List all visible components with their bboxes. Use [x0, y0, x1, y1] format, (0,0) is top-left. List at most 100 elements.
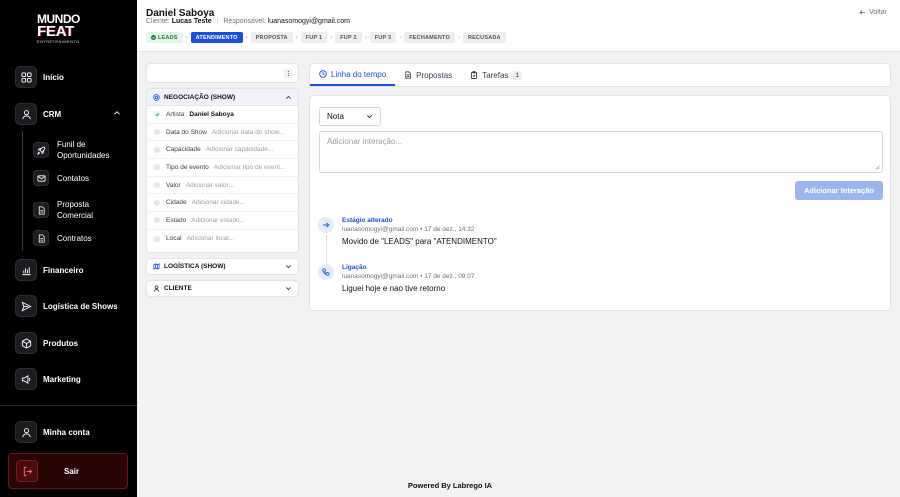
user-icon	[153, 285, 160, 292]
logistics-section-header[interactable]: LOGÍSTICA (SHOW)	[146, 258, 299, 275]
chevron-down-icon	[286, 287, 291, 291]
event-date: 17 de dez., 09:07	[424, 273, 475, 280]
pending-dot-icon	[154, 129, 160, 136]
field-label: Valor	[166, 181, 181, 189]
timeline-connector	[326, 235, 327, 264]
stage-fup-1[interactable]: FUP 1	[300, 32, 328, 43]
pending-dot-icon	[154, 164, 160, 171]
document-icon	[33, 202, 49, 218]
sidebar-item-label: Início	[43, 72, 64, 82]
event-user: luanasomogyi@gmail.com	[342, 273, 419, 280]
field-label: Tipo de evento	[166, 163, 209, 171]
field-capacidade[interactable]: Capacidade Adicionar capacidade...	[147, 141, 298, 160]
sidebar-item-label: CRM	[43, 109, 62, 119]
sidebar-subitem-label: Funil de Oportunidades	[57, 140, 110, 160]
field-data-do-show[interactable]: Data do Show Adicionar data do show...	[147, 124, 298, 142]
stage-label: LEADS	[158, 34, 178, 41]
more-options-icon[interactable]	[284, 69, 293, 78]
event-type: Estágio alterado	[342, 217, 393, 224]
check-icon	[154, 111, 160, 118]
field-value: Adicionar local...	[186, 235, 235, 243]
client-section-header[interactable]: CLIENTE	[146, 280, 299, 297]
mail-icon	[33, 170, 49, 186]
client-label: Cliente:	[146, 18, 170, 25]
chevron-up-icon[interactable]	[113, 109, 121, 117]
sidebar-subitem-funil[interactable]: Funil de Oportunidades	[33, 139, 127, 161]
stage-fechamento[interactable]: FECHAMENTO	[404, 32, 455, 43]
pending-dot-icon	[154, 182, 160, 189]
chevron-down-icon	[367, 115, 372, 119]
target-icon	[153, 93, 160, 101]
sidebar-item-crm[interactable]: CRM	[15, 102, 61, 126]
stage-label: FECHAMENTO	[409, 34, 450, 41]
event-description: Movido de "LEADS" para "ATENDIMENTO"	[342, 237, 497, 246]
deal-subinfo: Cliente: Lucas Teste | Responsável: luan…	[146, 18, 350, 25]
logout-icon	[16, 460, 38, 482]
phone-icon	[318, 264, 334, 280]
event-description: Liguei hoje e nao tive retorno	[342, 284, 446, 293]
footer-credit: Powered By Labrego IA	[407, 481, 493, 490]
sidebar-subitem-proposta[interactable]: Proposta Comercial	[33, 199, 117, 221]
map-icon	[153, 263, 160, 270]
field-estado[interactable]: Estado Adicionar estado...	[147, 212, 298, 230]
field-value: Adicionar estado...	[191, 216, 246, 224]
sidebar-item-marketing[interactable]: Marketing	[15, 367, 81, 391]
field-valor[interactable]: Valor Adicionar valor...	[147, 177, 298, 195]
clipboard-icon	[471, 71, 478, 79]
field-tipo-de-evento[interactable]: Tipo de evento Adicionar tipo de event..…	[147, 159, 298, 177]
chevron-right-icon: ›	[295, 34, 298, 41]
stage-leads[interactable]: LEADS	[146, 32, 183, 43]
field-label: Cidade	[166, 199, 187, 207]
event-meta: luanasomogyi@gmail.com • 17 de dez., 09:…	[342, 273, 475, 280]
submenu-line	[22, 131, 23, 250]
client-name[interactable]: Lucas Teste	[172, 18, 212, 25]
clock-icon	[319, 70, 327, 78]
timeline-event: Estágio alterado luanasomogyi@gmail.com …	[318, 217, 718, 247]
chevron-right-icon: ›	[364, 34, 367, 41]
check-icon	[151, 35, 156, 40]
stage-label: FUP 2	[340, 34, 357, 41]
brand-logo[interactable]: MUNDO FEAT ENTRETENIMENTO	[37, 13, 87, 44]
stage-recusada[interactable]: RECUSADA	[462, 32, 506, 43]
tab-label: Propostas	[416, 70, 453, 80]
field-local[interactable]: Local Adicionar local...	[147, 230, 298, 248]
sidebar-item-inicio[interactable]: Início	[15, 65, 64, 89]
stage-atendimento[interactable]: ATENDIMENTO	[190, 32, 243, 43]
field-label: Data do Show	[166, 128, 207, 136]
pending-dot-icon	[154, 235, 160, 242]
stage-fup-2[interactable]: FUP 2	[335, 32, 362, 43]
interaction-type-select[interactable]: Nota	[319, 107, 381, 126]
sidebar-item-logistica[interactable]: Logística de Shows	[15, 294, 118, 318]
stage-fup-3[interactable]: FUP 3	[369, 32, 397, 43]
logout-button[interactable]: Sair	[8, 453, 128, 489]
sidebar-subitem-contatos[interactable]: Contatos	[33, 170, 89, 186]
sidebar-subitem-contratos[interactable]: Contratos	[33, 230, 92, 246]
field-value: Adicionar valor...	[185, 181, 234, 189]
sidebar-item-produtos[interactable]: Produtos	[15, 331, 78, 355]
chevron-down-icon	[286, 265, 291, 269]
bar-chart-icon	[15, 259, 37, 281]
timeline-event: Ligação luanasomogyi@gmail.com • 17 de d…	[318, 264, 718, 294]
add-interaction-button[interactable]: Adicionar Interação	[795, 181, 883, 200]
field-cidade[interactable]: Cidade Adicionar cidade...	[147, 194, 298, 213]
sidebar-item-financeiro[interactable]: Financeiro	[15, 258, 83, 282]
negotiation-header[interactable]: NEGOCIAÇÃO (SHOW)	[147, 89, 298, 106]
resize-grip-icon[interactable]	[874, 164, 880, 170]
stage-label: FUP 3	[374, 34, 392, 41]
interaction-input[interactable]: Adicionar interação...	[319, 131, 883, 173]
tab-timeline[interactable]: Linha do tempo	[310, 64, 396, 86]
rocket-icon	[33, 142, 49, 158]
logout-label: Sair	[63, 466, 80, 476]
tab-proposals[interactable]: Propostas	[395, 64, 461, 86]
sidebar-item-account[interactable]: Minha conta	[15, 420, 90, 444]
sidebar-subitem-label: Contatos	[57, 173, 90, 183]
field-label: Estado	[166, 216, 187, 224]
field-artista[interactable]: Artista Daniel Saboya	[147, 106, 298, 124]
tab-label: Linha do tempo	[331, 69, 387, 79]
tab-tasks[interactable]: Tarefas 1	[461, 64, 531, 86]
stage-proposta[interactable]: PROPOSTA	[250, 32, 293, 43]
back-button[interactable]: Voltar	[859, 9, 887, 16]
box-icon	[15, 332, 37, 354]
stage-label: FUP 1	[305, 34, 323, 41]
chevron-up-icon	[286, 95, 291, 99]
